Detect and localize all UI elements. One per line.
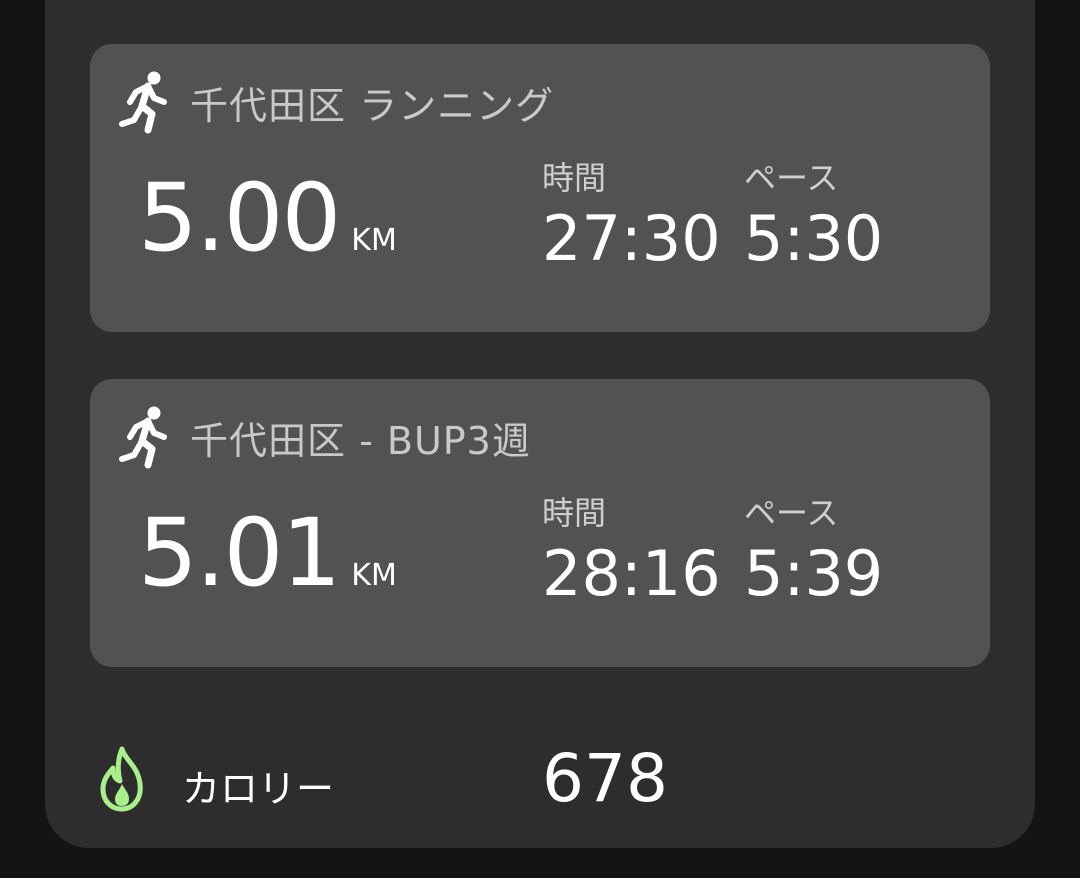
- pace-stat: ペース 5:30: [744, 162, 883, 270]
- distance-value: 5.00: [138, 164, 341, 273]
- activity-header: 千代田区 ランニング: [118, 70, 554, 134]
- time-value: 28:16: [542, 537, 721, 610]
- distance-unit: KM: [351, 223, 397, 258]
- distance: 5.00 KM: [138, 172, 397, 266]
- calories-value: 678: [542, 740, 668, 817]
- time-label: 時間: [542, 494, 607, 532]
- activity-title: 千代田区 ランニング: [190, 83, 555, 128]
- distance-unit: KM: [351, 558, 397, 593]
- distance: 5.01 KM: [138, 507, 397, 601]
- time-stat: 時間 27:30: [542, 162, 721, 270]
- pace-value: 5:30: [744, 202, 884, 275]
- calories-row: カロリー 678: [98, 736, 978, 826]
- activity-card[interactable]: 千代田区 - BUP3週 5.01 KM 時間 28:16 ペース 5:39: [90, 379, 990, 667]
- pace-stat: ペース 5:39: [744, 497, 883, 605]
- activity-card[interactable]: 千代田区 ランニング 5.00 KM 時間 27:30 ペース 5:30: [90, 44, 990, 332]
- activity-title: 千代田区 - BUP3週: [190, 418, 531, 463]
- pace-label: ペース: [744, 159, 839, 197]
- calories-label: カロリー: [182, 767, 335, 811]
- time-value: 27:30: [542, 202, 721, 275]
- pace-label: ペース: [744, 494, 839, 532]
- pace-value: 5:39: [744, 537, 884, 610]
- flame-icon: [98, 746, 146, 812]
- activity-header: 千代田区 - BUP3週: [118, 405, 531, 469]
- running-person-icon: [118, 70, 174, 134]
- time-label: 時間: [542, 159, 607, 197]
- time-stat: 時間 28:16: [542, 497, 721, 605]
- distance-value: 5.01: [138, 499, 341, 608]
- running-person-icon: [118, 405, 174, 469]
